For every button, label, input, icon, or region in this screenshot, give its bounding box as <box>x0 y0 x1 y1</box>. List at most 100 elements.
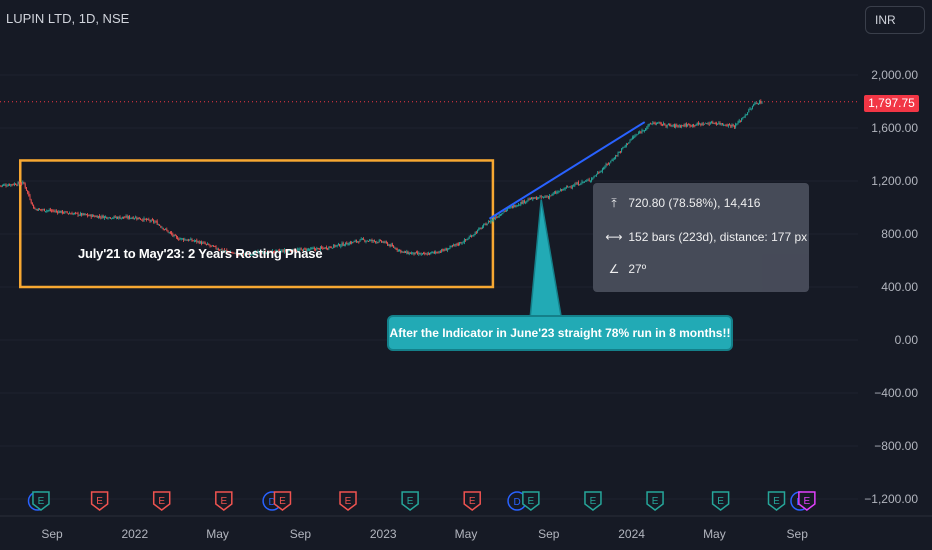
events-row[interactable]: DEEEEDEEEEDEEEEEDE <box>27 491 816 511</box>
candle-body <box>77 212 79 216</box>
candle-body <box>424 252 426 255</box>
candle-body <box>129 216 131 219</box>
candle-body <box>736 124 738 126</box>
candle-body <box>370 239 372 241</box>
candle-body <box>163 229 165 231</box>
candle-body <box>431 252 433 254</box>
candle-body <box>57 211 59 213</box>
candle-body <box>41 209 43 211</box>
candle-body <box>28 192 30 196</box>
candle-body <box>205 243 207 245</box>
candle-body <box>651 123 653 125</box>
candle-body <box>109 217 111 219</box>
candle-body <box>529 197 531 200</box>
candle-body <box>642 130 644 132</box>
candle-body <box>343 245 345 247</box>
candle-body <box>495 217 497 219</box>
candle-body <box>522 200 524 204</box>
candle-body <box>387 242 389 246</box>
candle-body <box>124 217 126 219</box>
candle-body <box>327 248 329 250</box>
candle-body <box>13 183 15 185</box>
candle-body <box>501 214 503 216</box>
candle-body <box>744 114 746 117</box>
candle-body <box>49 209 51 211</box>
candle-body <box>588 179 590 181</box>
candle-body <box>761 102 763 104</box>
candle-body <box>72 213 74 215</box>
candle-body <box>79 213 81 215</box>
candle-body <box>426 253 428 255</box>
candle-body <box>204 243 206 245</box>
candle-body <box>329 246 331 248</box>
candle-body <box>70 213 72 215</box>
candle-body <box>729 124 731 126</box>
candle-body <box>3 184 5 186</box>
candle-body <box>568 186 570 188</box>
candle-body <box>708 123 710 125</box>
candle-body <box>666 124 668 127</box>
candle-body <box>442 249 444 251</box>
candle-body <box>575 183 577 185</box>
candle-body <box>709 123 711 125</box>
candle-body <box>367 240 369 242</box>
candle-body <box>492 218 494 221</box>
candle-body <box>717 123 719 125</box>
currency-button[interactable]: INR <box>865 6 925 34</box>
candle-body <box>653 122 655 124</box>
candle-body <box>88 215 90 217</box>
candle-body <box>334 244 336 247</box>
candle-body <box>603 168 605 170</box>
candle-body <box>178 239 180 241</box>
candle-body <box>621 148 623 152</box>
vertical-range-icon: ⤒ <box>611 196 617 210</box>
candle-body <box>570 186 572 188</box>
candle-body <box>463 239 465 243</box>
candle-body <box>418 253 420 255</box>
y-tick-label: −400.00 <box>874 386 918 400</box>
candle-body <box>697 122 699 125</box>
candle-body <box>417 252 419 254</box>
candle-body <box>449 246 451 249</box>
candle-body <box>96 216 98 218</box>
candle-body <box>543 196 545 198</box>
candle-body <box>677 126 679 128</box>
measure-bars-row: ⟷ 152 bars (223d), distance: 177 px <box>603 228 807 246</box>
candle-body <box>112 217 114 219</box>
candle-body <box>474 232 476 235</box>
measure-angle-row: ∠ 27º <box>603 260 646 278</box>
candle-body <box>149 220 151 222</box>
candle-body <box>639 132 641 134</box>
candle-body <box>203 242 205 244</box>
candle-body <box>606 164 608 166</box>
candle-body <box>551 193 553 196</box>
candle-body <box>384 241 386 243</box>
candle-body <box>195 240 197 242</box>
candle-body <box>401 251 403 253</box>
candle-body <box>641 129 643 133</box>
candle-body <box>671 125 673 127</box>
candle-body <box>42 209 44 211</box>
candle-body <box>713 123 715 125</box>
candle-body <box>377 242 379 244</box>
candle-body <box>127 216 129 219</box>
candle-body <box>419 253 421 255</box>
candle-body <box>515 206 517 208</box>
y-tick-label: 800.00 <box>881 227 918 241</box>
candle-body <box>753 104 755 107</box>
candle-body <box>333 244 335 248</box>
candle-body <box>688 124 690 126</box>
candle-body <box>202 242 204 244</box>
candle-body <box>81 213 83 216</box>
candle-body <box>439 251 441 253</box>
earnings-marker-label: E <box>279 496 286 507</box>
candle-body <box>114 216 116 218</box>
candle-body <box>646 127 648 129</box>
candle-body <box>358 241 360 243</box>
candle-body <box>366 240 368 242</box>
candle-body <box>737 122 739 125</box>
candle-body <box>161 227 163 229</box>
candle-body <box>99 215 101 217</box>
candle-body <box>54 210 56 212</box>
measure-bars-text: 152 bars (223d), distance: 177 px <box>628 230 808 244</box>
